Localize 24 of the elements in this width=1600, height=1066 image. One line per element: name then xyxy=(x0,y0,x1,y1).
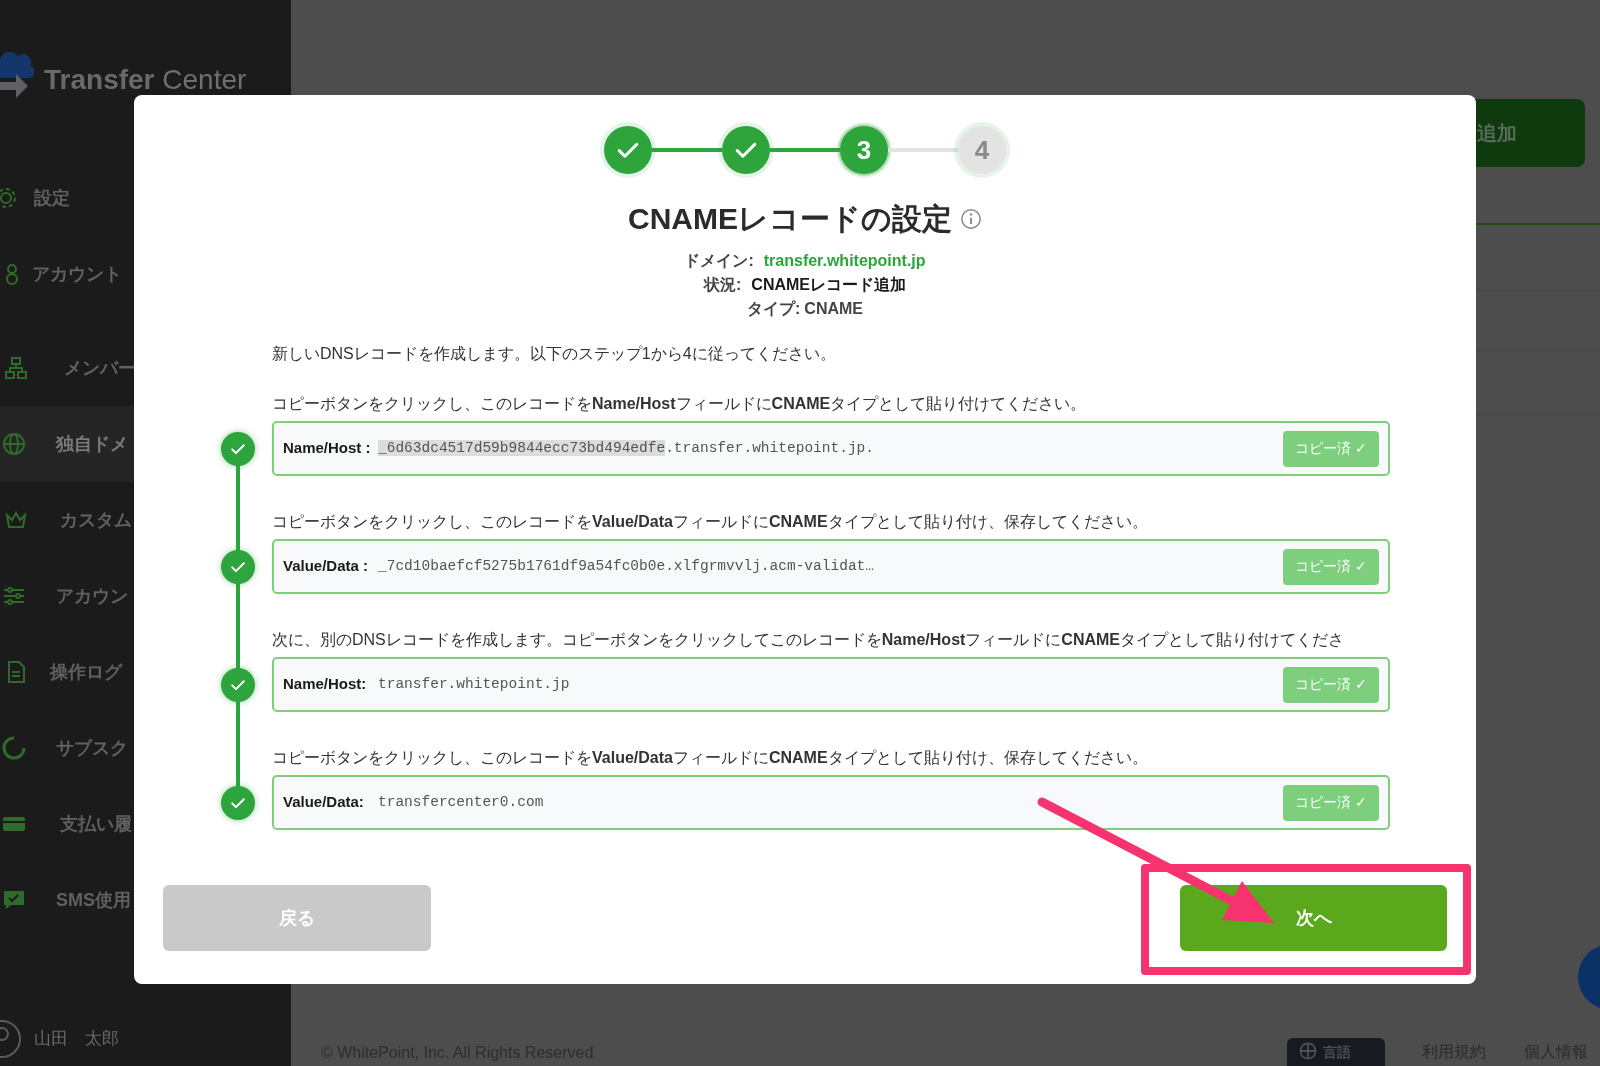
info-label: ドメイン: xyxy=(684,251,754,271)
instruction-text: コピーボタンをクリックし、このレコードをName/HostフィールドにCNAMEタイプとして貼り付けてください。 xyxy=(272,394,1088,414)
intro-text: 新しいDNSレコードを作成します。以下のステップ1から4に従ってください。 xyxy=(272,344,836,364)
info-value: transfer.whitepoint.jp xyxy=(763,251,926,271)
instruction-text: コピーボタンをクリックし、このレコードをValue/DataフィールドにCNAMEタイプとして貼り付け、保存してください。 xyxy=(272,512,1149,532)
step-indicator: 4 xyxy=(958,126,1006,174)
dialog-title: CNAMEレコードの設定 xyxy=(628,201,952,237)
info-value: CNAMEレコード追加 xyxy=(751,275,906,295)
field-value: _7cd10baefcf5275b1761df9a54fc0b0e.xlfgrmvvlj.acm-validat… xyxy=(378,556,874,576)
field-label: Name/Host : xyxy=(283,438,372,459)
field-value: transfer.whitepoint.jp xyxy=(378,674,570,694)
user-name: 山田 太郎 xyxy=(34,1028,119,1051)
field-label: Name/Host: xyxy=(283,674,368,695)
instruction-text: コピーボタンをクリックし、このレコードをValue/DataフィールドにCNAMEタイプとして貼り付け、保存してください。 xyxy=(272,748,1149,768)
field-label: Value/Data : xyxy=(283,556,370,577)
instruction-text: 次に、別のDNSレコードを作成します。コピーボタンをクリックしてこのレコードをName/HostフィールドにCNAMEタイプとして貼り付けてくださ xyxy=(272,630,1346,650)
info-value: CNAME xyxy=(804,299,863,319)
info-label: タイプ: xyxy=(747,299,801,319)
brand-logo: Transfer Center xyxy=(44,63,247,97)
info-label: 状況: xyxy=(704,275,742,295)
field-value: _6d63dc4517d59b9844ecc73bd494edfe.transfer.whitepoint.jp. xyxy=(378,438,874,458)
field-label: Value/Data: xyxy=(283,792,365,813)
step-indicator: 3 xyxy=(840,126,888,174)
field-value: transfercenter0.com xyxy=(378,792,544,812)
